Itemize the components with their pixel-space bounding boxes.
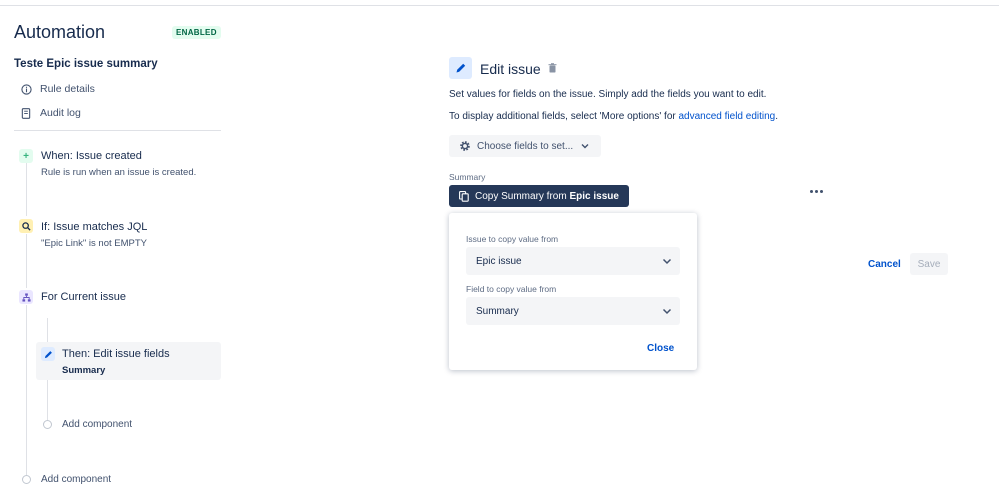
chevron-down-icon (581, 143, 589, 149)
field-source-select[interactable]: Summary (466, 297, 680, 325)
page-title: Automation (14, 22, 106, 42)
plus-icon: + (19, 149, 33, 163)
rule-name: Teste Epic issue summary (14, 58, 158, 70)
more-options-suffix: . (775, 111, 779, 122)
cancel-button[interactable]: Cancel (864, 253, 905, 275)
copy-label-bold: Epic issue (569, 190, 619, 202)
branch-icon (19, 290, 33, 304)
action-subtitle: Summary (62, 365, 106, 376)
popup-close-button[interactable]: Close (647, 343, 674, 354)
chevron-down-icon (662, 308, 672, 315)
gear-icon (459, 140, 471, 152)
top-border (0, 5, 999, 6)
save-button[interactable]: Save (910, 253, 948, 275)
copy-button-label: Copy Summary from Epic issue (475, 191, 619, 202)
editor-title: Edit issue (480, 61, 541, 77)
pencil-icon (41, 347, 55, 361)
timeline-dot (22, 475, 31, 484)
nav-audit-log[interactable]: Audit log (20, 105, 81, 121)
timeline-line (26, 305, 27, 475)
copy-value-popup: Issue to copy value from Epic issue Fiel… (449, 213, 697, 370)
field-source-value: Summary (476, 305, 519, 317)
timeline-line (26, 234, 27, 288)
nav-label: Rule details (40, 83, 95, 95)
timeline-line (47, 380, 48, 420)
branch-title[interactable]: For Current issue (41, 291, 126, 303)
more-options-text: To display additional fields, select 'Mo… (449, 111, 778, 122)
status-badge: ENABLED (172, 26, 221, 39)
choose-fields-label: Choose fields to set... (477, 140, 574, 152)
add-component-inner[interactable]: Add component (62, 419, 132, 430)
trigger-title[interactable]: When: Issue created (41, 150, 142, 162)
search-icon (19, 219, 33, 233)
nav-label: Audit log (40, 107, 81, 119)
condition-subtitle: "Epic Link" is not EMPTY (41, 238, 148, 249)
choose-fields-button[interactable]: Choose fields to set... (449, 135, 601, 157)
issue-source-select[interactable]: Epic issue (466, 247, 680, 275)
copy-icon (459, 190, 469, 202)
issue-source-value: Epic issue (476, 255, 522, 267)
trigger-subtitle: Rule is run when an issue is created. (41, 167, 197, 178)
trash-icon[interactable] (548, 63, 557, 76)
copy-label-prefix: Copy Summary from (475, 190, 570, 202)
pencil-icon (449, 57, 472, 79)
more-options-prefix: To display additional fields, select 'Mo… (449, 111, 679, 122)
summary-field-label: Summary (449, 172, 486, 182)
copy-summary-button[interactable]: Copy Summary from Epic issue (449, 185, 629, 207)
action-title: Then: Edit issue fields (62, 348, 170, 360)
field-source-label: Field to copy value from (466, 284, 557, 294)
more-options-icon[interactable] (810, 190, 823, 193)
info-icon (20, 83, 32, 95)
advanced-field-editing-link[interactable]: advanced field editing (679, 111, 776, 122)
condition-title[interactable]: If: Issue matches JQL (41, 221, 147, 233)
document-icon (20, 107, 32, 119)
nav-rule-details[interactable]: Rule details (20, 81, 95, 97)
editor-description: Set values for fields on the issue. Simp… (449, 89, 767, 100)
chevron-down-icon (662, 258, 672, 265)
timeline-line (26, 163, 27, 216)
timeline-line (47, 318, 48, 342)
add-component-outer[interactable]: Add component (41, 474, 111, 485)
issue-source-label: Issue to copy value from (466, 234, 559, 244)
divider (14, 130, 221, 131)
timeline-dot (43, 420, 52, 429)
